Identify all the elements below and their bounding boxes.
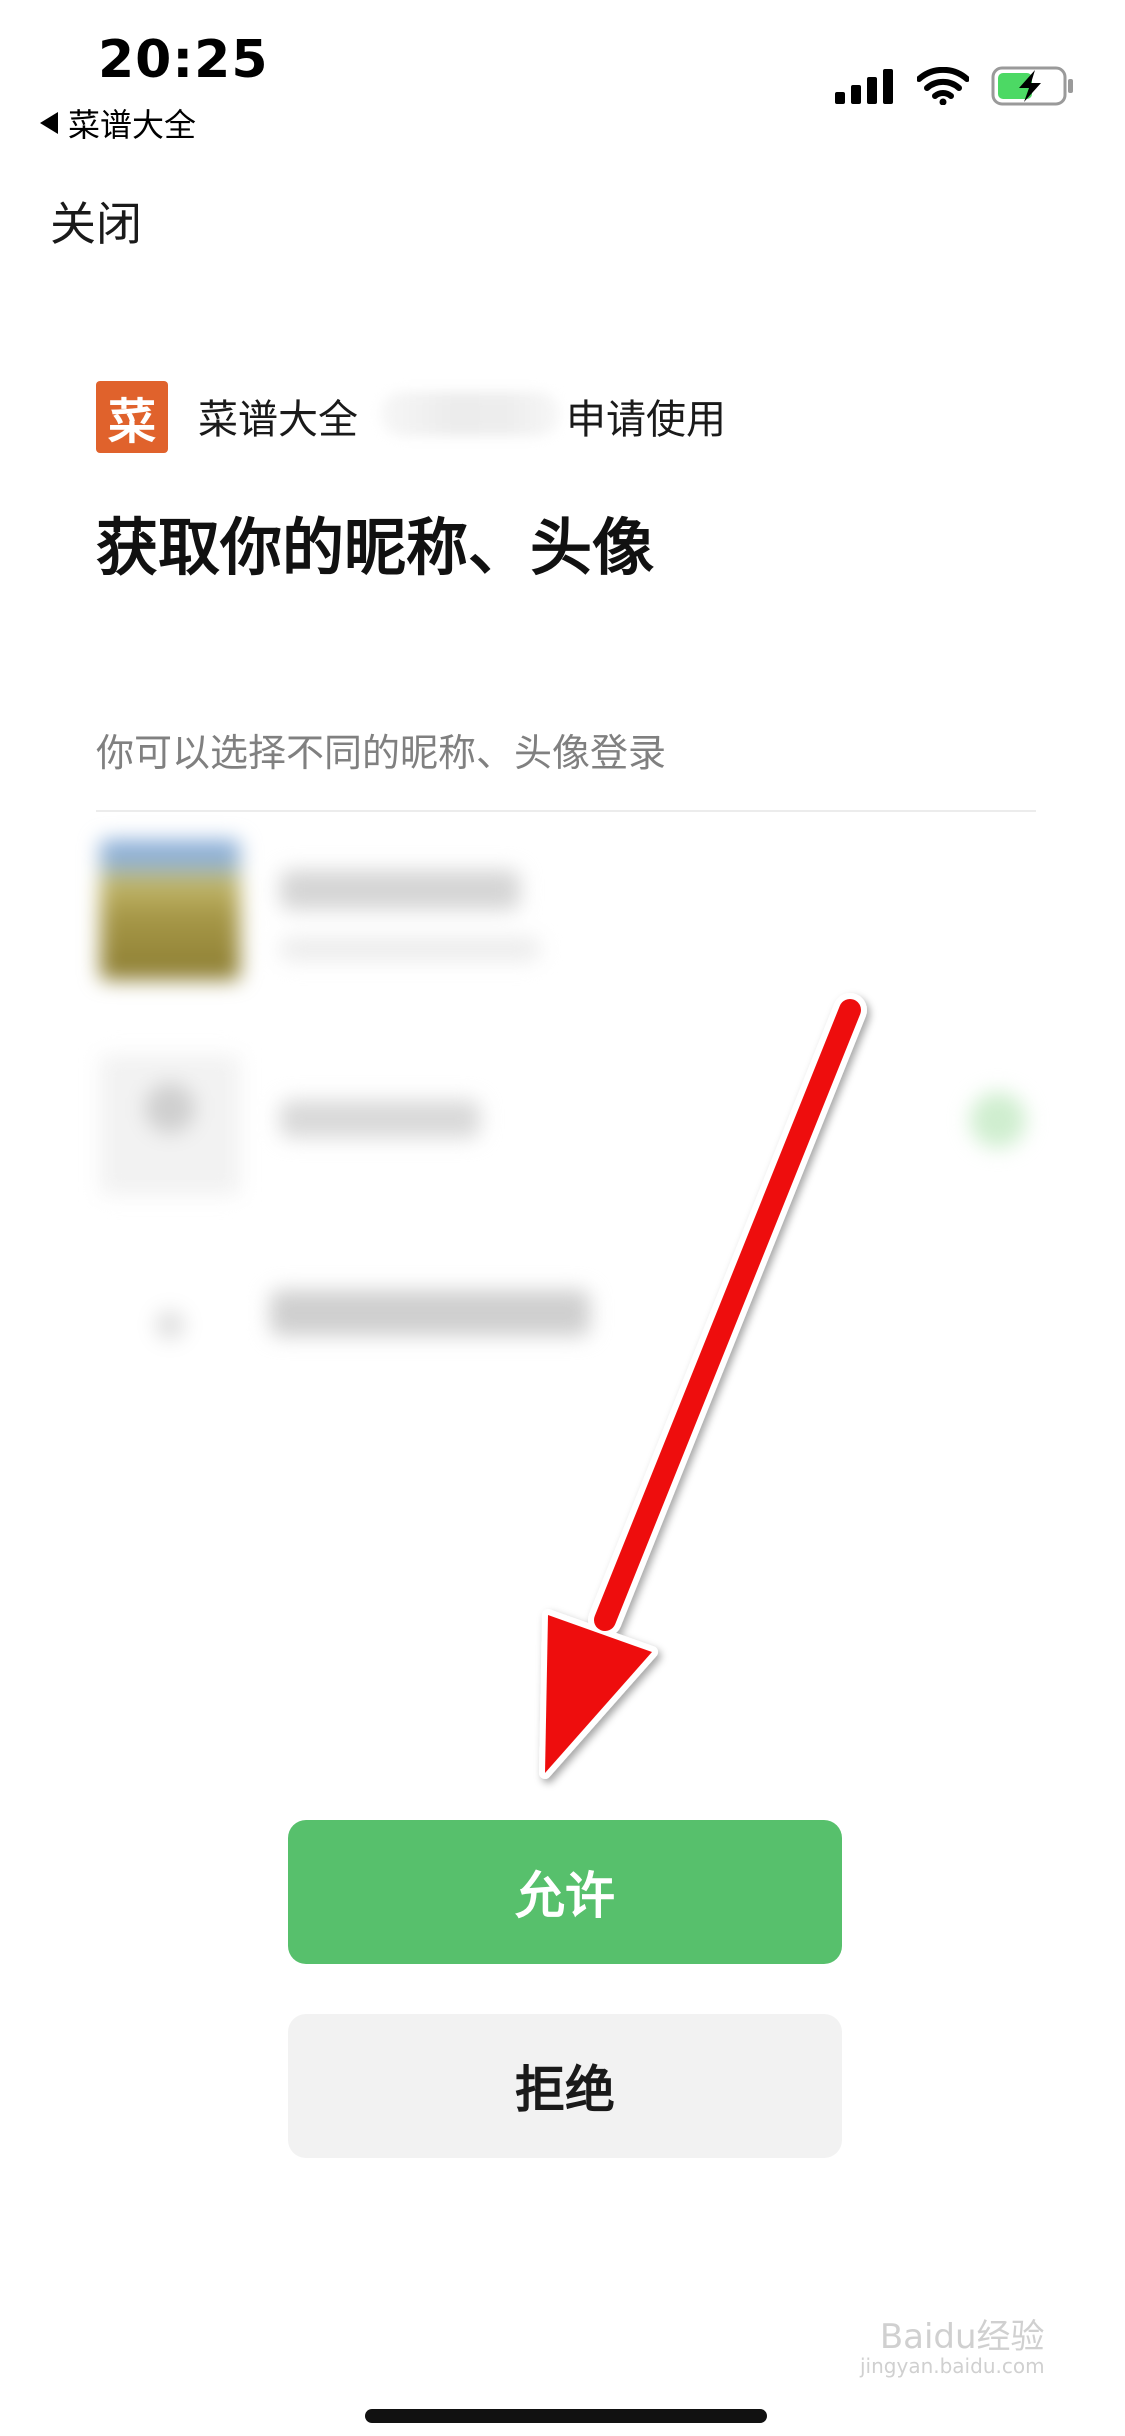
- baidu-watermark: Baidu经验 jingyan.baidu.com: [860, 2317, 1045, 2378]
- watermark-brand: Baidu经验: [879, 2317, 1045, 2357]
- home-indicator[interactable]: [365, 2409, 767, 2423]
- allow-button[interactable]: 允许: [288, 1820, 842, 1964]
- deny-button[interactable]: 拒绝: [288, 2014, 842, 2158]
- watermark-url: jingyan.baidu.com: [860, 2353, 1045, 2378]
